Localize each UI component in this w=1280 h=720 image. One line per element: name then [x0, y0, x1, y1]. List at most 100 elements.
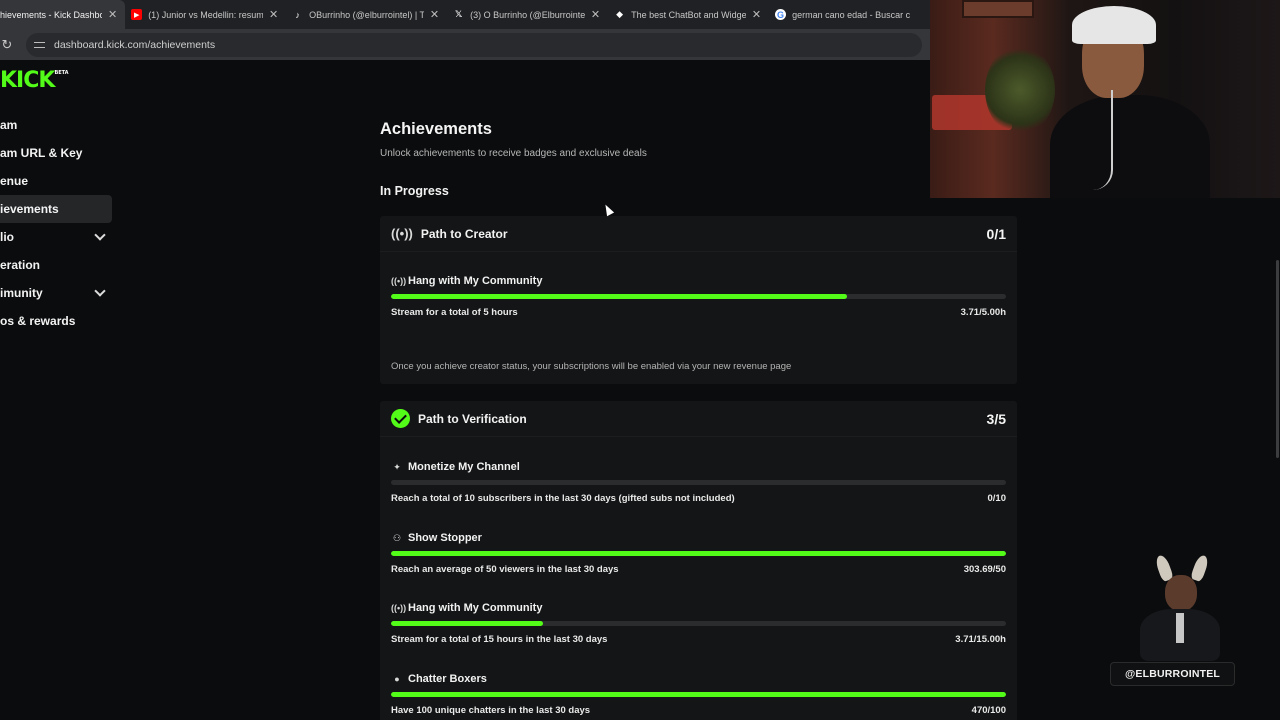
sidebar-item-label: ievements	[0, 202, 59, 216]
achievement-value: 470/100	[971, 705, 1006, 716]
tab-title: OBurrinho (@elburrointel) | Tik	[309, 9, 424, 20]
chevron-down-icon[interactable]	[94, 285, 106, 297]
progress-bar	[391, 621, 1006, 626]
sidebar-item-label: os & rewards	[0, 314, 76, 328]
achievement-value: 3.71/15.00h	[955, 634, 1006, 645]
tab-title: hievements - Kick Dashboard	[0, 9, 102, 20]
progress-bar	[391, 480, 1006, 485]
mouse-cursor	[601, 202, 615, 217]
sidebar-item-label: lio	[0, 230, 14, 244]
sidebar-item-label: eration	[0, 258, 41, 272]
webcam-overlay	[930, 0, 1280, 198]
sidebar-nav: am am URL & Key enue ievements lio erati…	[0, 111, 112, 335]
achievement-value: 3.71/5.00h	[960, 307, 1006, 318]
tab-google[interactable]: G german cano edad - Buscar c	[769, 0, 930, 29]
tab-tiktok[interactable]: ♪ OBurrinho (@elburrointel) | Tik ✕	[286, 0, 447, 29]
plant	[985, 45, 1055, 135]
broadcast-icon: ((•))	[391, 226, 413, 241]
sidebar-item-revenue[interactable]: enue	[0, 167, 112, 195]
card-count: 3/5	[986, 410, 1006, 427]
card-path-to-creator: ((•)) Path to Creator 0/1 ((•)) Hang with…	[380, 216, 1017, 384]
close-tab-icon[interactable]: ✕	[108, 8, 117, 21]
sidebar-item-community[interactable]: imunity	[0, 279, 112, 307]
close-tab-icon[interactable]: ✕	[430, 8, 439, 21]
progress-bar	[391, 551, 1006, 556]
tab-title: (3) O Burrinho (@Elburrointel)	[470, 9, 585, 20]
achievement-description: Stream for a total of 5 hours	[391, 307, 518, 318]
sparkle-icon: ✦	[393, 461, 401, 472]
url-field[interactable]: dashboard.kick.com/achievements	[26, 32, 922, 57]
achievement-item: ⚇ Show Stopper Reach an average of 50 vie…	[391, 531, 1006, 575]
card-path-to-verification: Path to Verification 3/5 ✦ Monetize My Ch…	[380, 401, 1017, 720]
broadcast-small-icon: ((•))	[391, 603, 407, 613]
card-count: 0/1	[986, 225, 1006, 242]
tab-title: german cano edad - Buscar c	[792, 9, 911, 20]
sidebar-item-studio[interactable]: lio	[0, 223, 112, 251]
section-title-in-progress: In Progress	[380, 184, 449, 198]
close-tab-icon[interactable]: ✕	[752, 8, 761, 21]
achievement-value: 0/10	[987, 493, 1007, 504]
progress-fill	[391, 621, 543, 626]
users-icon: ⚇	[392, 532, 402, 543]
streamer-cap	[1072, 6, 1156, 44]
address-bar-row: ↻ dashboard.kick.com/achievements	[0, 29, 930, 60]
google-icon: G	[775, 9, 787, 20]
tab-x[interactable]: 𝕏 (3) O Burrinho (@Elburrointel) ✕	[447, 0, 608, 29]
sidebar-item-label: imunity	[0, 286, 43, 300]
sidebar-item-label: am URL & Key	[0, 146, 83, 160]
youtube-icon: ▶	[131, 9, 143, 20]
achievement-title: Chatter Boxers	[408, 673, 487, 685]
reload-icon[interactable]: ↻	[0, 37, 14, 53]
card-header: ((•)) Path to Creator 0/1	[380, 216, 1017, 252]
x-icon: 𝕏	[454, 9, 463, 19]
tab-botrix[interactable]: ◆ The best ChatBot and Widgets ✕	[608, 0, 769, 29]
achievement-description: Reach an average of 50 viewers in the la…	[391, 564, 619, 575]
achievement-item: ● Chatter Boxers Have 100 unique chatters…	[391, 672, 1006, 716]
kick-logo[interactable]: KICKBETA	[0, 68, 69, 93]
streamer-handle: @ELBURROINTEL	[1110, 662, 1235, 686]
achievement-title: Hang with My Community	[408, 602, 543, 614]
botrix-icon: ◆	[616, 9, 624, 19]
beta-badge: BETA	[54, 70, 69, 76]
sidebar-item-stream[interactable]: am	[0, 111, 112, 139]
mascot-overlay: @ELBURROINTEL	[1110, 553, 1235, 686]
tab-youtube[interactable]: ▶ (1) Junior vs Medellin: resumen ✕	[125, 0, 286, 29]
site-info-icon[interactable]	[34, 40, 46, 50]
logo-text: KICK	[0, 68, 55, 93]
chat-bubble-icon: ●	[394, 674, 400, 684]
earphone-cable	[1093, 90, 1113, 190]
achievement-item: ((•)) Hang with My Community Stream for a…	[391, 601, 1006, 645]
achievement-title: Show Stopper	[408, 532, 482, 544]
page-subtitle: Unlock achievements to receive badges an…	[380, 148, 647, 159]
achievement-value: 303.69/50	[963, 564, 1006, 575]
progress-bar	[391, 692, 1006, 697]
chevron-down-icon[interactable]	[94, 229, 106, 241]
tiktok-icon: ♪	[295, 9, 300, 20]
achievement-description: Have 100 unique chatters in the last 30 …	[391, 705, 591, 716]
page-title: Achievements	[380, 120, 492, 138]
achievement-description: Stream for a total of 15 hours in the la…	[391, 634, 608, 645]
streamer-body	[1050, 95, 1210, 198]
sidebar-item-stream-url-key[interactable]: am URL & Key	[0, 139, 112, 167]
url-text: dashboard.kick.com/achievements	[54, 38, 216, 51]
close-tab-icon[interactable]: ✕	[269, 8, 278, 21]
sidebar-item-achievements[interactable]: ievements	[0, 195, 112, 223]
card-title: Path to Verification	[418, 411, 527, 426]
page-scrollbar[interactable]	[1276, 260, 1279, 458]
progress-fill	[391, 692, 1006, 697]
close-tab-icon[interactable]: ✕	[591, 8, 600, 21]
sidebar-item-label: am	[0, 118, 18, 132]
mascot-tie	[1176, 613, 1184, 643]
tab-kick-dashboard[interactable]: hievements - Kick Dashboard ✕	[0, 0, 126, 29]
tab-title: (1) Junior vs Medellin: resumen	[148, 9, 263, 20]
progress-bar	[391, 294, 1006, 299]
sidebar-item-drops-rewards[interactable]: os & rewards	[0, 307, 112, 335]
tab-title: The best ChatBot and Widgets	[631, 9, 746, 20]
achievement-title: Monetize My Channel	[408, 461, 520, 473]
sidebar-item-moderation[interactable]: eration	[0, 251, 112, 279]
card-title: Path to Creator	[420, 226, 508, 241]
achievement-title: Hang with My Community	[408, 275, 543, 287]
progress-fill	[391, 551, 1006, 556]
browser-tab-strip: hievements - Kick Dashboard ✕ ▶ (1) Juni…	[0, 0, 930, 29]
card-footer-note: Once you achieve creator status, your su…	[391, 361, 792, 372]
